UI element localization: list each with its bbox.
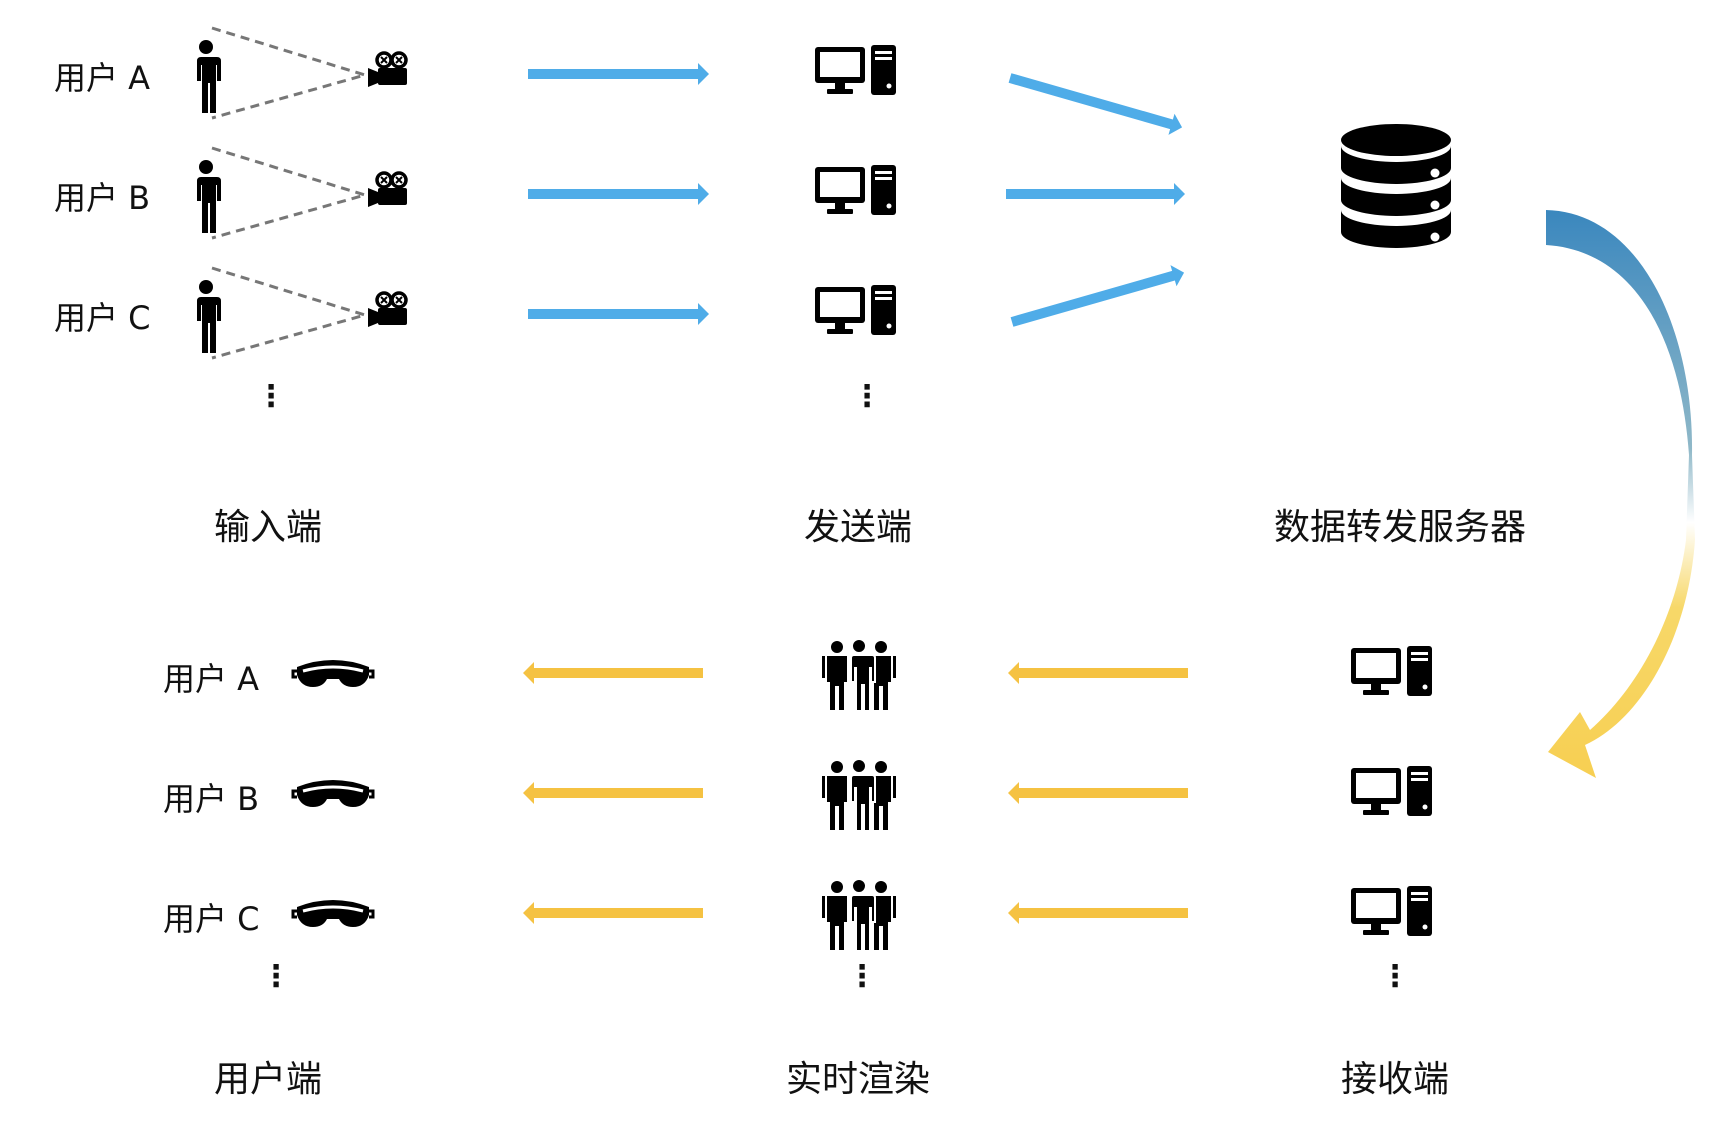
computer-icon (815, 45, 896, 95)
arrow-render-to-user (523, 902, 703, 924)
sight-lines (211, 266, 371, 360)
camera-icon (366, 51, 409, 89)
group-icon (821, 878, 897, 952)
arrow-receiver-to-render (1008, 662, 1188, 684)
stage-receiver-label: 接收端 (1340, 1059, 1449, 1100)
vr-headset-icon (291, 658, 375, 689)
vr-headset-icon (291, 898, 375, 929)
bottom-user-b-label: 用户 B (163, 780, 260, 818)
arrow-receiver-to-render (1008, 782, 1188, 804)
arrow-receiver-to-render (1008, 902, 1188, 924)
person-icon (195, 280, 221, 353)
arrow-render-to-user (523, 662, 703, 684)
stage-render-label: 实时渲染 (785, 1059, 930, 1100)
receiver-ellipsis: ⋮ (1380, 959, 1410, 994)
computer-icon (815, 165, 896, 215)
arrow-sender-to-server (1008, 73, 1183, 135)
bottom-user-c-label: 用户 C (163, 900, 260, 938)
computer-icon (1351, 646, 1432, 696)
arrow-input-to-sender (528, 63, 709, 85)
bottom-user-a-label: 用户 A (163, 660, 260, 698)
database-icon (1341, 124, 1451, 248)
arrow-render-to-user (523, 782, 703, 804)
arrow-input-to-sender (528, 183, 709, 205)
stage-sender-label: 发送端 (803, 507, 912, 548)
curved-flow-arrow (1546, 210, 1695, 778)
computer-icon (1351, 886, 1432, 936)
stage-user-label: 用户端 (213, 1059, 322, 1100)
arrow-sender-to-server (1006, 183, 1185, 205)
top-user-b-label: 用户 B (54, 179, 151, 217)
stage-server-label: 数据转发服务器 (1273, 507, 1526, 548)
computer-icon (815, 285, 896, 335)
user-ellipsis: ⋮ (261, 959, 291, 994)
computer-icon (1351, 766, 1432, 816)
sight-lines (211, 26, 371, 120)
bottom-row-b (291, 758, 1432, 832)
camera-icon (366, 291, 409, 329)
top-user-c-label: 用户 C (54, 299, 151, 337)
render-ellipsis: ⋮ (847, 959, 877, 994)
vr-headset-icon (291, 778, 375, 809)
sight-lines (211, 146, 371, 240)
person-icon (195, 40, 221, 113)
arrow-sender-to-server (1010, 265, 1185, 327)
input-ellipsis: ⋮ (256, 379, 286, 414)
group-icon (821, 758, 897, 832)
arrow-input-to-sender (528, 303, 709, 325)
bottom-row-a (291, 638, 1432, 712)
stage-input-label: 输入端 (213, 507, 322, 548)
bottom-row-c (291, 878, 1432, 952)
group-icon (821, 638, 897, 712)
top-user-a-label: 用户 A (54, 59, 151, 97)
sender-ellipsis: ⋮ (852, 379, 882, 414)
camera-icon (366, 171, 409, 209)
person-icon (195, 160, 221, 233)
